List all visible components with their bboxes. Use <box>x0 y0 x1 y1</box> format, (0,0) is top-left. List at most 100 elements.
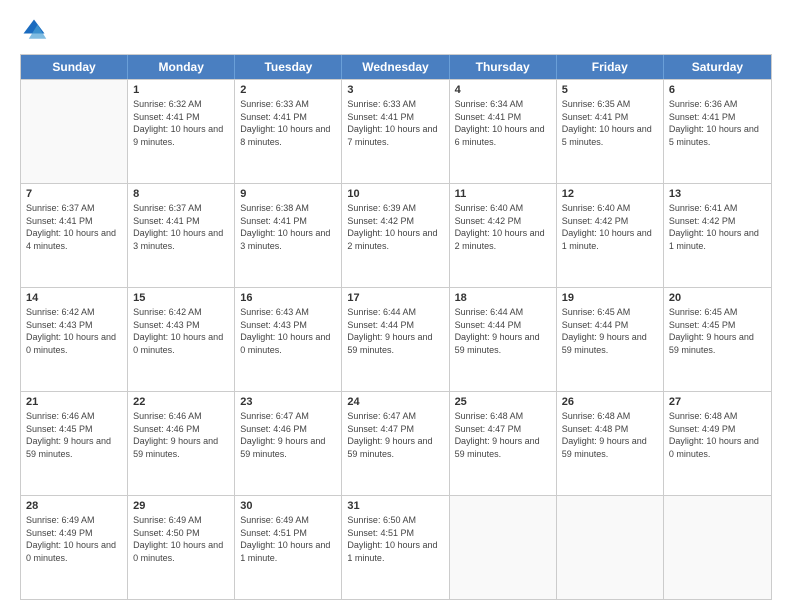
cal-cell: 10Sunrise: 6:39 AMSunset: 4:42 PMDayligh… <box>342 184 449 287</box>
cal-cell <box>664 496 771 599</box>
day-info: Sunrise: 6:38 AMSunset: 4:41 PMDaylight:… <box>240 202 336 252</box>
day-info: Sunrise: 6:49 AMSunset: 4:49 PMDaylight:… <box>26 514 122 564</box>
cal-cell: 23 Sunrise: 6:47 AMSunset: 4:46 PMDayligh… <box>235 392 342 495</box>
day-number: 19 <box>562 292 658 304</box>
logo-icon <box>20 16 48 44</box>
cal-cell: 28Sunrise: 6:49 AMSunset: 4:49 PMDayligh… <box>21 496 128 599</box>
day-info: Sunrise: 6:42 AMSunset: 4:43 PMDaylight:… <box>26 306 122 356</box>
day-number: 15 <box>133 292 229 304</box>
cal-cell <box>450 496 557 599</box>
cal-cell: 22 Sunrise: 6:46 AMSunset: 4:46 PMDayligh… <box>128 392 235 495</box>
day-number: 4 <box>455 84 551 96</box>
calendar-body: 1 Sunrise: 6:32 AMSunset: 4:41 PMDaylight… <box>21 79 771 599</box>
day-info: Sunrise: 6:49 AMSunset: 4:51 PMDaylight:… <box>240 514 336 564</box>
cal-cell: 8Sunrise: 6:37 AMSunset: 4:41 PMDaylight… <box>128 184 235 287</box>
day-number: 21 <box>26 396 122 408</box>
day-info: Sunrise: 6:40 AMSunset: 4:42 PMDaylight:… <box>455 202 551 252</box>
cal-cell: 20 Sunrise: 6:45 AMSunset: 4:45 PMDayligh… <box>664 288 771 391</box>
day-number: 2 <box>240 84 336 96</box>
day-info: Sunrise: 6:44 AMSunset: 4:44 PMDaylight:… <box>455 306 551 356</box>
cal-cell <box>21 80 128 183</box>
day-number: 9 <box>240 188 336 200</box>
day-number: 31 <box>347 500 443 512</box>
day-number: 11 <box>455 188 551 200</box>
cal-cell: 31 Sunrise: 6:50 AMSunset: 4:51 PMDayligh… <box>342 496 449 599</box>
cal-week-4: 21Sunrise: 6:46 AMSunset: 4:45 PMDayligh… <box>21 391 771 495</box>
cal-cell: 24 Sunrise: 6:47 AMSunset: 4:47 PMDayligh… <box>342 392 449 495</box>
day-info: Sunrise: 6:43 AMSunset: 4:43 PMDaylight:… <box>240 306 336 356</box>
day-info: Sunrise: 6:37 AMSunset: 4:41 PMDaylight:… <box>133 202 229 252</box>
cal-header-thursday: Thursday <box>450 55 557 79</box>
day-info: Sunrise: 6:45 AMSunset: 4:45 PMDaylight:… <box>669 306 766 356</box>
day-info: Sunrise: 6:33 AMSunset: 4:41 PMDaylight:… <box>240 98 336 148</box>
day-info: Sunrise: 6:34 AMSunset: 4:41 PMDaylight:… <box>455 98 551 148</box>
cal-cell: 9 Sunrise: 6:38 AMSunset: 4:41 PMDaylight… <box>235 184 342 287</box>
cal-cell: 27Sunrise: 6:48 AMSunset: 4:49 PMDayligh… <box>664 392 771 495</box>
cal-cell: 13 Sunrise: 6:41 AMSunset: 4:42 PMDayligh… <box>664 184 771 287</box>
cal-week-3: 14 Sunrise: 6:42 AMSunset: 4:43 PMDayligh… <box>21 287 771 391</box>
cal-cell: 21Sunrise: 6:46 AMSunset: 4:45 PMDayligh… <box>21 392 128 495</box>
day-number: 18 <box>455 292 551 304</box>
cal-header-wednesday: Wednesday <box>342 55 449 79</box>
day-number: 30 <box>240 500 336 512</box>
cal-cell: 12 Sunrise: 6:40 AMSunset: 4:42 PMDayligh… <box>557 184 664 287</box>
day-info: Sunrise: 6:35 AMSunset: 4:41 PMDaylight:… <box>562 98 658 148</box>
day-number: 22 <box>133 396 229 408</box>
day-number: 29 <box>133 500 229 512</box>
day-info: Sunrise: 6:32 AMSunset: 4:41 PMDaylight:… <box>133 98 229 148</box>
cal-week-5: 28Sunrise: 6:49 AMSunset: 4:49 PMDayligh… <box>21 495 771 599</box>
day-info: Sunrise: 6:49 AMSunset: 4:50 PMDaylight:… <box>133 514 229 564</box>
cal-cell: 16 Sunrise: 6:43 AMSunset: 4:43 PMDayligh… <box>235 288 342 391</box>
day-info: Sunrise: 6:44 AMSunset: 4:44 PMDaylight:… <box>347 306 443 356</box>
day-info: Sunrise: 6:41 AMSunset: 4:42 PMDaylight:… <box>669 202 766 252</box>
day-number: 5 <box>562 84 658 96</box>
day-info: Sunrise: 6:47 AMSunset: 4:46 PMDaylight:… <box>240 410 336 460</box>
calendar-header-row: SundayMondayTuesdayWednesdayThursdayFrid… <box>21 55 771 79</box>
cal-cell: 19 Sunrise: 6:45 AMSunset: 4:44 PMDayligh… <box>557 288 664 391</box>
logo <box>20 16 52 44</box>
cal-cell: 15 Sunrise: 6:42 AMSunset: 4:43 PMDayligh… <box>128 288 235 391</box>
cal-cell: 14 Sunrise: 6:42 AMSunset: 4:43 PMDayligh… <box>21 288 128 391</box>
cal-cell: 3Sunrise: 6:33 AMSunset: 4:41 PMDaylight… <box>342 80 449 183</box>
cal-cell: 18 Sunrise: 6:44 AMSunset: 4:44 PMDayligh… <box>450 288 557 391</box>
cal-header-saturday: Saturday <box>664 55 771 79</box>
cal-header-sunday: Sunday <box>21 55 128 79</box>
day-info: Sunrise: 6:47 AMSunset: 4:47 PMDaylight:… <box>347 410 443 460</box>
day-number: 26 <box>562 396 658 408</box>
day-info: Sunrise: 6:46 AMSunset: 4:46 PMDaylight:… <box>133 410 229 460</box>
day-number: 1 <box>133 84 229 96</box>
cal-cell: 6Sunrise: 6:36 AMSunset: 4:41 PMDaylight… <box>664 80 771 183</box>
cal-header-monday: Monday <box>128 55 235 79</box>
cal-week-2: 7 Sunrise: 6:37 AMSunset: 4:41 PMDaylight… <box>21 183 771 287</box>
day-info: Sunrise: 6:36 AMSunset: 4:41 PMDaylight:… <box>669 98 766 148</box>
day-number: 25 <box>455 396 551 408</box>
day-number: 24 <box>347 396 443 408</box>
day-number: 23 <box>240 396 336 408</box>
day-number: 14 <box>26 292 122 304</box>
cal-header-friday: Friday <box>557 55 664 79</box>
day-number: 17 <box>347 292 443 304</box>
day-info: Sunrise: 6:40 AMSunset: 4:42 PMDaylight:… <box>562 202 658 252</box>
day-info: Sunrise: 6:50 AMSunset: 4:51 PMDaylight:… <box>347 514 443 564</box>
day-number: 7 <box>26 188 122 200</box>
day-info: Sunrise: 6:45 AMSunset: 4:44 PMDaylight:… <box>562 306 658 356</box>
cal-cell: 5 Sunrise: 6:35 AMSunset: 4:41 PMDaylight… <box>557 80 664 183</box>
cal-cell: 1 Sunrise: 6:32 AMSunset: 4:41 PMDaylight… <box>128 80 235 183</box>
day-info: Sunrise: 6:42 AMSunset: 4:43 PMDaylight:… <box>133 306 229 356</box>
calendar: SundayMondayTuesdayWednesdayThursdayFrid… <box>20 54 772 600</box>
cal-cell: 30 Sunrise: 6:49 AMSunset: 4:51 PMDayligh… <box>235 496 342 599</box>
day-number: 16 <box>240 292 336 304</box>
cal-cell: 7 Sunrise: 6:37 AMSunset: 4:41 PMDaylight… <box>21 184 128 287</box>
day-info: Sunrise: 6:37 AMSunset: 4:41 PMDaylight:… <box>26 202 122 252</box>
day-number: 3 <box>347 84 443 96</box>
cal-cell: 2 Sunrise: 6:33 AMSunset: 4:41 PMDaylight… <box>235 80 342 183</box>
day-number: 13 <box>669 188 766 200</box>
day-number: 12 <box>562 188 658 200</box>
cal-cell: 29 Sunrise: 6:49 AMSunset: 4:50 PMDayligh… <box>128 496 235 599</box>
header <box>20 16 772 44</box>
cal-cell: 4 Sunrise: 6:34 AMSunset: 4:41 PMDaylight… <box>450 80 557 183</box>
cal-week-1: 1 Sunrise: 6:32 AMSunset: 4:41 PMDaylight… <box>21 79 771 183</box>
cal-cell: 11 Sunrise: 6:40 AMSunset: 4:42 PMDayligh… <box>450 184 557 287</box>
day-info: Sunrise: 6:48 AMSunset: 4:48 PMDaylight:… <box>562 410 658 460</box>
day-number: 20 <box>669 292 766 304</box>
